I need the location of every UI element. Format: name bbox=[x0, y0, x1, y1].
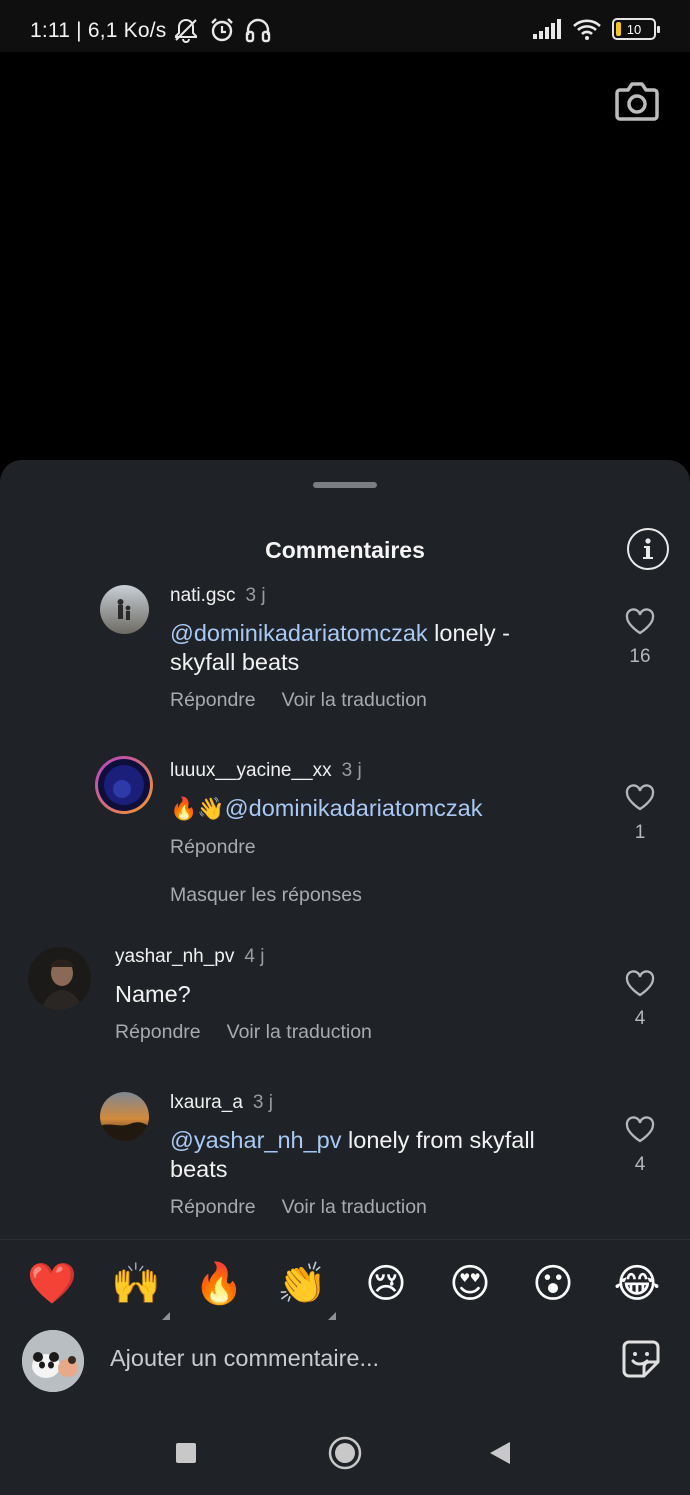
heart-icon bbox=[625, 608, 655, 635]
like-count: 4 bbox=[634, 1008, 646, 1029]
status-icons-left bbox=[172, 17, 272, 43]
comment-input[interactable]: Ajouter un commentaire... bbox=[110, 1345, 379, 1372]
reaction-fire[interactable]: 🔥 bbox=[193, 1258, 245, 1310]
skin-tone-indicator bbox=[162, 1312, 170, 1320]
avatar[interactable] bbox=[100, 1092, 149, 1141]
reply-button[interactable]: Répondre bbox=[170, 1196, 256, 1218]
sticker-icon[interactable] bbox=[620, 1338, 662, 1380]
comment-text-line2: beats bbox=[170, 1156, 228, 1182]
comment-time: 3 j bbox=[245, 585, 266, 606]
comment-header: lxaura_a 3 j bbox=[170, 1092, 273, 1114]
reply-button[interactable]: Répondre bbox=[170, 836, 256, 858]
comment-actions: Répondre Voir la traduction bbox=[115, 1021, 398, 1044]
comments-sheet: Commentaires nati.gsc 3 j @dominikadariat… bbox=[0, 460, 690, 1412]
heart-icon bbox=[625, 1116, 655, 1143]
comment-mention[interactable]: @dominikadariatomczak bbox=[225, 795, 483, 821]
heart-icon bbox=[625, 784, 655, 811]
comment-text-line1: lonely from skyfall bbox=[341, 1127, 535, 1153]
like-button[interactable]: 1 bbox=[620, 784, 660, 844]
comment-emojis: 🔥👋 bbox=[170, 797, 225, 822]
comment-text: Name? bbox=[115, 981, 191, 1007]
like-count: 1 bbox=[634, 822, 646, 843]
avatar[interactable] bbox=[100, 585, 149, 634]
avatar[interactable] bbox=[95, 756, 153, 814]
status-bar: 1:11 | 6,1 Ko/s 10 bbox=[0, 0, 690, 52]
comment-text: @yashar_nh_pv lonely from skyfall beats bbox=[170, 1126, 590, 1184]
see-translation-button[interactable]: Voir la traduction bbox=[282, 689, 427, 711]
see-translation-button[interactable]: Voir la traduction bbox=[282, 1196, 427, 1218]
home-button[interactable] bbox=[328, 1436, 362, 1470]
see-translation-button[interactable]: Voir la traduction bbox=[227, 1021, 372, 1043]
status-icons-right: 10 bbox=[532, 18, 660, 40]
comment-username[interactable]: lxaura_a bbox=[170, 1092, 243, 1113]
reply-button[interactable]: Répondre bbox=[115, 1021, 201, 1043]
wifi-icon bbox=[573, 19, 601, 40]
comment-actions: Répondre bbox=[170, 836, 282, 859]
skin-tone-indicator bbox=[328, 1312, 336, 1320]
battery-icon: 10 bbox=[612, 18, 660, 40]
info-icon bbox=[643, 538, 653, 559]
comment-username[interactable]: nati.gsc bbox=[170, 585, 235, 606]
reaction-raised-hands[interactable]: 🙌 bbox=[110, 1258, 170, 1320]
like-button[interactable]: 4 bbox=[620, 1116, 660, 1176]
reaction-raised-hands-glyph: 🙌 bbox=[111, 1261, 161, 1307]
comment-username[interactable]: luuux__yacine__xx bbox=[170, 760, 332, 781]
reaction-crying[interactable]: 😢 bbox=[360, 1258, 412, 1310]
camera-icon[interactable] bbox=[612, 76, 662, 126]
like-button[interactable]: 4 bbox=[620, 970, 660, 1030]
alarm-icon bbox=[211, 18, 233, 42]
like-count: 16 bbox=[629, 646, 651, 667]
comment-actions: Répondre Voir la traduction bbox=[170, 1196, 453, 1219]
sheet-title: Commentaires bbox=[265, 537, 425, 563]
info-button[interactable] bbox=[627, 528, 669, 570]
heart-icon bbox=[625, 970, 655, 997]
reaction-heart-eyes[interactable]: 😍 bbox=[444, 1258, 496, 1310]
comment-text-line2: skyfall beats bbox=[170, 649, 300, 675]
sheet-drag-handle[interactable] bbox=[313, 482, 377, 488]
comment-username[interactable]: yashar_nh_pv bbox=[115, 946, 234, 967]
comment-actions: Répondre Voir la traduction bbox=[170, 689, 453, 712]
signal-icon bbox=[533, 19, 561, 39]
comment-text: 🔥👋@dominikadariatomczak bbox=[170, 794, 590, 824]
back-button[interactable] bbox=[488, 1441, 512, 1465]
battery-level: 10 bbox=[626, 21, 642, 37]
avatar[interactable] bbox=[28, 947, 91, 1010]
reaction-surprised[interactable]: 😮 bbox=[527, 1258, 579, 1310]
quick-reactions: ❤️ 🙌 🔥 👏 😢 😍 😮 😂 bbox=[0, 1258, 690, 1320]
comment-header: nati.gsc 3 j bbox=[170, 585, 266, 607]
comment-mention[interactable]: @yashar_nh_pv bbox=[170, 1127, 342, 1153]
reaction-clap[interactable]: 👏 bbox=[276, 1258, 336, 1320]
comment-header: luuux__yacine__xx 3 j bbox=[170, 760, 362, 782]
bell-off-icon bbox=[175, 18, 197, 43]
headphones-icon bbox=[245, 18, 271, 43]
comment-mention[interactable]: @dominikadariatomczak bbox=[170, 620, 428, 646]
reaction-laughing[interactable]: 😂 bbox=[611, 1258, 663, 1310]
hide-replies-button[interactable]: Masquer les réponses bbox=[170, 884, 362, 907]
status-time: 1:11 | 6,1 Ko/s bbox=[30, 19, 167, 42]
comment-header: yashar_nh_pv 4 j bbox=[115, 946, 264, 968]
system-nav-bar bbox=[0, 1412, 690, 1495]
recent-apps-button[interactable] bbox=[175, 1442, 197, 1464]
comment-text: @dominikadariatomczak lonely - skyfall b… bbox=[170, 619, 590, 677]
reaction-heart[interactable]: ❤️ bbox=[26, 1258, 78, 1310]
comment-time: 3 j bbox=[252, 1092, 273, 1113]
like-button[interactable]: 16 bbox=[620, 608, 660, 668]
comment-time: 4 j bbox=[244, 946, 265, 967]
reply-button[interactable]: Répondre bbox=[170, 689, 256, 711]
comment-time: 3 j bbox=[341, 760, 362, 781]
divider bbox=[0, 1239, 690, 1240]
like-count: 4 bbox=[634, 1154, 646, 1175]
user-avatar bbox=[22, 1330, 84, 1392]
comment-text-line1: lonely - bbox=[427, 620, 510, 646]
reaction-clap-glyph: 👏 bbox=[277, 1261, 327, 1307]
